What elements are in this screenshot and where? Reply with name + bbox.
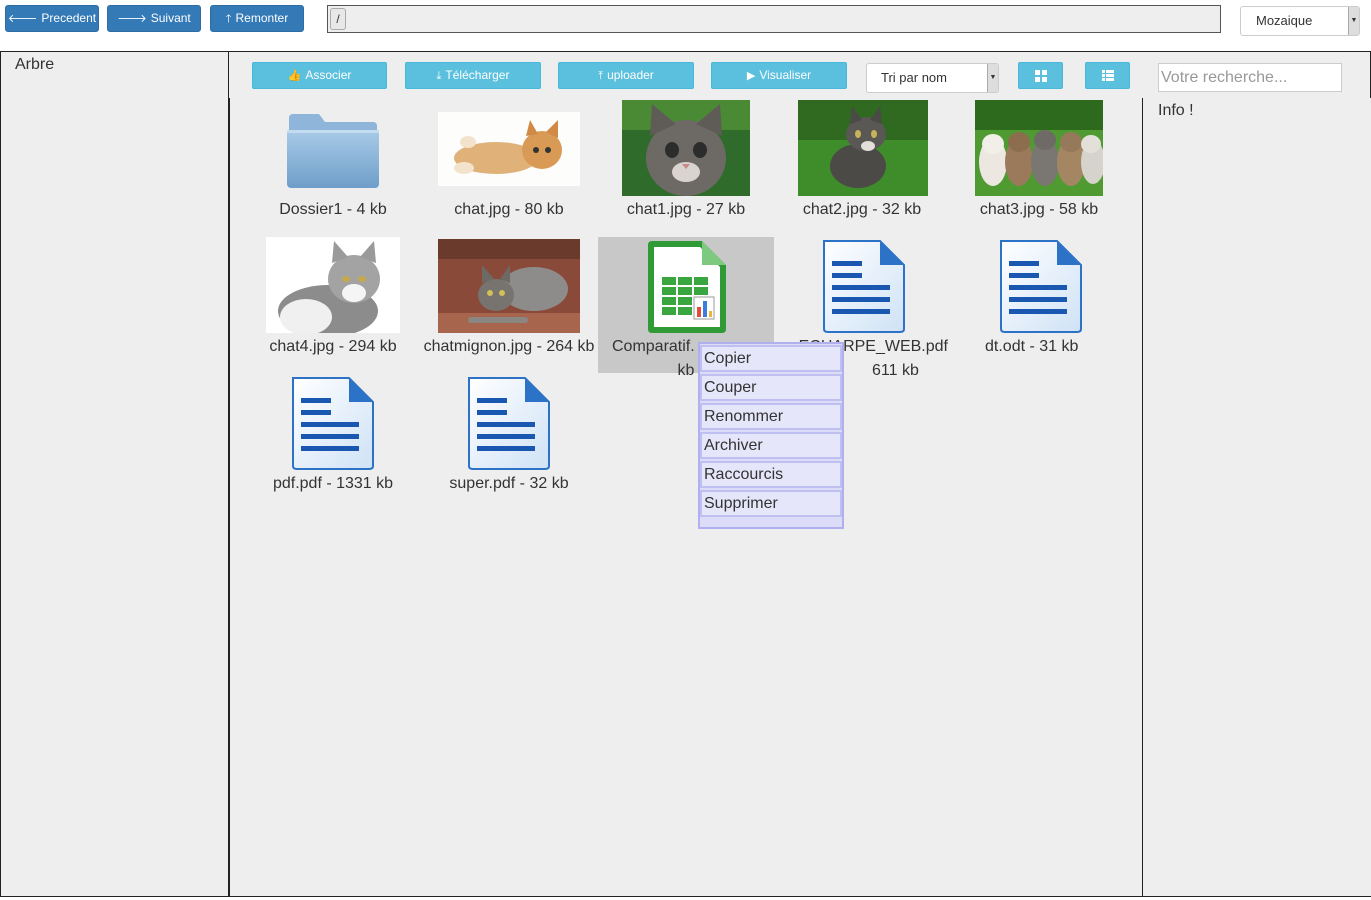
file-tile-image[interactable]: chat1.jpg - 27 kb <box>598 100 774 236</box>
context-menu-rename[interactable]: Renommer <box>700 403 842 430</box>
file-name: chat.jpg - 80 kb <box>454 201 564 218</box>
view-mode-value: Mozaique <box>1256 13 1313 28</box>
file-name: chat2.jpg - 32 kb <box>802 201 922 218</box>
file-name: chat1.jpg - 27 kb <box>626 201 746 218</box>
preview-button[interactable]: ▶ Visualiser <box>711 62 847 89</box>
document-icon <box>292 377 374 470</box>
file-tile-image[interactable]: chat4.jpg - 294 kb <box>245 237 421 373</box>
cat-photo-thumbnail <box>438 112 580 186</box>
path-bar[interactable]: / <box>327 5 1221 33</box>
file-tile-document[interactable]: super.pdf - 32 kb <box>421 374 597 510</box>
cat-photo-thumbnail <box>438 239 580 333</box>
file-name: pdf.pdf - 1331 kb <box>272 475 394 492</box>
view-mode-select[interactable]: Mozaique ▼ <box>1240 6 1360 36</box>
file-toolbar: 👍 Associer ⤓ Télécharger ⤒ uploader ▶ Visual… <box>229 51 1371 99</box>
up-button[interactable]: 🡑 Remonter <box>210 5 304 32</box>
context-menu-delete[interactable]: Supprimer <box>700 490 842 517</box>
chevron-down-icon: ▼ <box>1348 7 1359 35</box>
download-label: Télécharger <box>445 68 510 82</box>
up-label: Remonter <box>235 11 289 25</box>
context-menu-cut[interactable]: Couper <box>700 374 842 401</box>
list-view-button[interactable] <box>1085 62 1130 89</box>
arrow-right-icon: 🡒 <box>117 13 147 25</box>
cat-photo-thumbnail <box>975 100 1103 196</box>
context-menu-copy[interactable]: Copier <box>700 345 842 372</box>
previous-button[interactable]: 🡐 Precedent <box>5 5 99 32</box>
cat-photo-thumbnail <box>266 237 400 333</box>
document-icon <box>1000 240 1082 333</box>
file-name: Dossier1 - 4 kb <box>279 201 387 218</box>
file-tile-folder[interactable]: Dossier1 - 4 kb <box>245 100 421 236</box>
file-tile-image[interactable]: chat3.jpg - 58 kb <box>951 100 1127 236</box>
sort-value: Tri par nom <box>881 70 947 85</box>
file-tile-document[interactable]: pdf.pdf - 1331 kb <box>245 374 421 510</box>
thumbs-up-icon: 👍 <box>287 70 302 82</box>
file-tile-document[interactable]: dt.odt - 31 kb <box>951 237 1127 373</box>
download-button[interactable]: ⤓ Télécharger <box>405 62 541 89</box>
file-name: chatmignon.jpg - 264 kb <box>423 338 595 355</box>
file-name: chat4.jpg - 294 kb <box>269 338 397 355</box>
arrow-up-icon: 🡑 <box>225 13 232 25</box>
grid-icon <box>1034 69 1047 82</box>
info-title: Info ! <box>1158 102 1194 119</box>
cat-photo-thumbnail <box>798 100 928 196</box>
search-input[interactable] <box>1158 63 1342 92</box>
context-menu-shortcuts[interactable]: Raccourcis <box>700 461 842 488</box>
download-icon: ⤓ <box>436 70 442 82</box>
document-icon <box>823 240 905 333</box>
upload-label: uploader <box>607 68 654 82</box>
associate-label: Associer <box>305 68 352 82</box>
info-panel: Info ! <box>1142 98 1371 897</box>
spreadsheet-icon <box>648 241 726 333</box>
play-icon: ▶ <box>746 70 756 82</box>
tree-panel: Arbre <box>0 51 229 897</box>
tree-title: Arbre <box>15 56 55 73</box>
grid-view-button[interactable] <box>1018 62 1063 89</box>
next-label: Suivant <box>150 11 191 25</box>
upload-icon: ⤒ <box>598 70 604 82</box>
list-icon <box>1101 70 1114 82</box>
next-button[interactable]: 🡒 Suivant <box>107 5 201 32</box>
chevron-down-icon: ▼ <box>987 64 998 92</box>
file-name: chat3.jpg - 58 kb <box>979 201 1099 218</box>
file-name: dt.odt - 31 kb <box>985 338 1079 355</box>
previous-label: Precedent <box>41 11 97 25</box>
file-tile-image[interactable]: chatmignon.jpg - 264 kb <box>421 237 597 373</box>
path-crumb-root[interactable]: / <box>330 8 346 30</box>
document-icon <box>468 377 550 470</box>
file-tile-image[interactable]: chat2.jpg - 32 kb <box>774 100 950 236</box>
context-menu: Copier Couper Renommer Archiver Raccourc… <box>698 342 844 529</box>
file-name: super.pdf - 32 kb <box>449 475 569 492</box>
cat-photo-thumbnail <box>622 100 750 196</box>
file-grid: Dossier1 - 4 kb chat.jpg - 80 kb chat1.j… <box>229 98 1143 897</box>
sort-select[interactable]: Tri par nom ▼ <box>866 63 999 93</box>
upload-button[interactable]: ⤒ uploader <box>558 62 694 89</box>
context-menu-archive[interactable]: Archiver <box>700 432 842 459</box>
folder-icon <box>287 114 379 188</box>
preview-label: Visualiser <box>759 68 812 82</box>
associate-button[interactable]: 👍 Associer <box>252 62 387 89</box>
arrow-left-icon: 🡐 <box>7 13 38 25</box>
file-tile-image[interactable]: chat.jpg - 80 kb <box>421 100 597 236</box>
